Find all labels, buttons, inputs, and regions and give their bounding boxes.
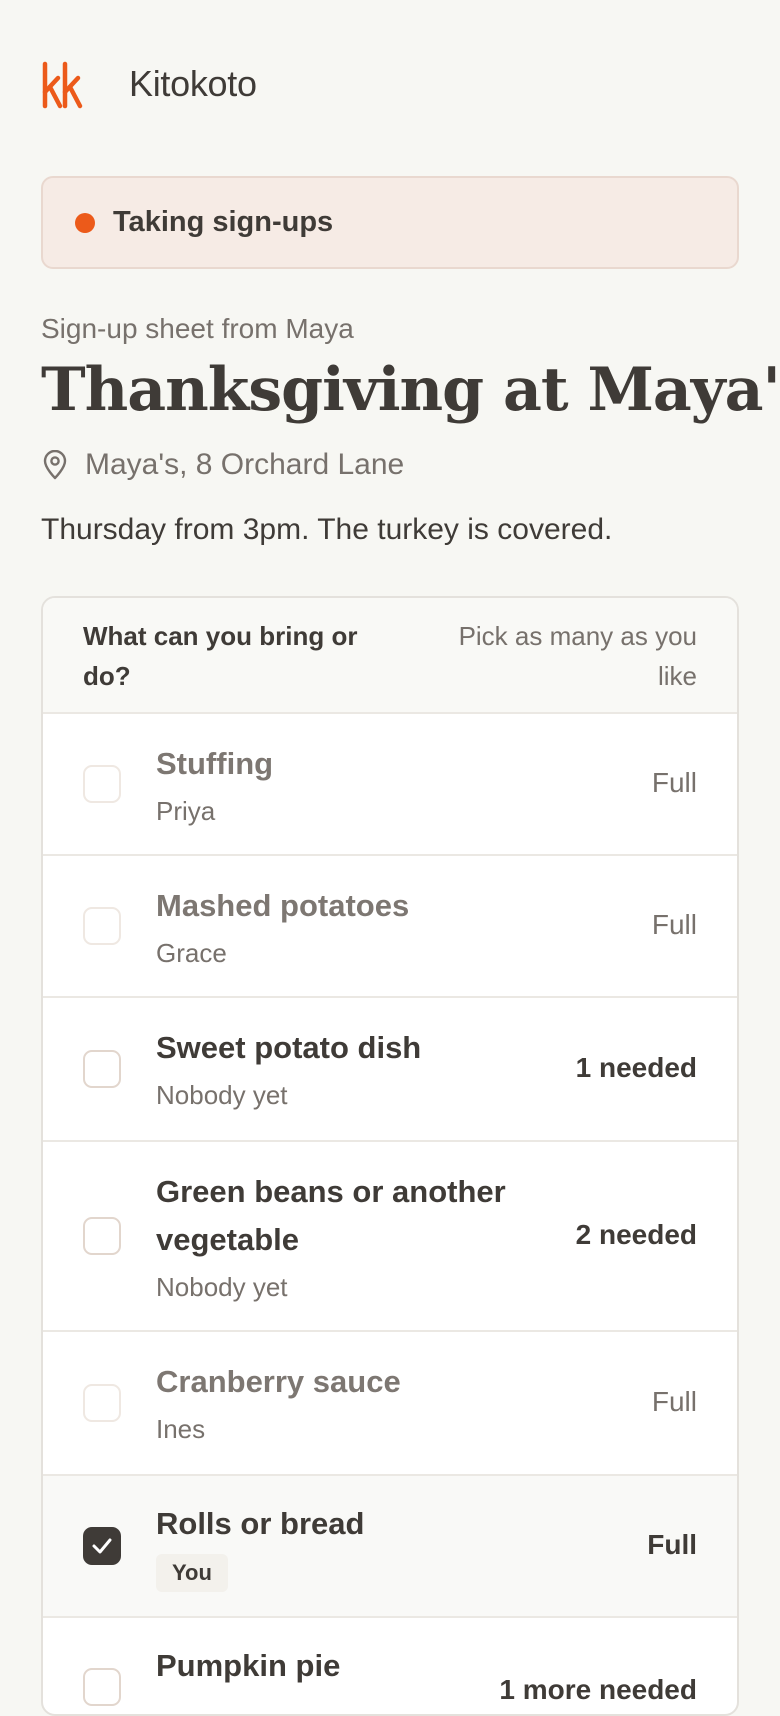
item-who: Grace: [156, 938, 227, 968]
list-hint: Pick as many as you like: [458, 621, 697, 691]
list-item[interactable]: Sweet potato dish Nobody yet 1 needed: [43, 998, 737, 1142]
brand-header[interactable]: Kitokoto: [41, 55, 257, 115]
list-item[interactable]: Pumpkin pie 1 more needed: [43, 1618, 737, 1714]
item-who: Nobody yet: [156, 1272, 288, 1302]
item-status: Full: [651, 1386, 697, 1417]
item-checkbox[interactable]: [83, 1668, 121, 1706]
item-text: Pumpkin pie: [156, 1642, 536, 1690]
item-name: Green beans or another vegetable: [156, 1174, 506, 1257]
item-name: Sweet potato dish: [156, 1030, 422, 1065]
list-item[interactable]: Cranberry sauce Ines Full: [43, 1332, 737, 1476]
event-description: Thursday from 3pm. The turkey is covered…: [41, 513, 613, 546]
item-who: Priya: [156, 796, 216, 826]
you-badge: You: [156, 1554, 228, 1592]
item-status: Full: [651, 909, 697, 940]
list-item[interactable]: Green beans or another vegetable Nobody …: [43, 1142, 737, 1332]
item-text: Mashed potatoes Grace: [156, 882, 536, 976]
status-dot-icon: [75, 212, 95, 233]
location-pin-icon: [43, 450, 67, 480]
item-text: Stuffing Priya: [156, 740, 536, 834]
item-text: Rolls or bread You: [156, 1500, 536, 1592]
item-name: Cranberry sauce: [156, 1364, 401, 1399]
kitokoto-logo-icon: [41, 55, 117, 115]
item-name: Pumpkin pie: [156, 1648, 341, 1683]
item-status: 1 more needed: [499, 1674, 697, 1705]
item-name: Mashed potatoes: [156, 888, 410, 923]
item-text: Cranberry sauce Ines: [156, 1358, 536, 1452]
checkmark-icon: [92, 1538, 112, 1554]
item-checkbox[interactable]: [83, 1050, 121, 1088]
item-checkbox[interactable]: [83, 1384, 121, 1422]
sheet-eyebrow: Sign-up sheet from Maya: [41, 313, 354, 344]
status-banner: Taking sign-ups: [41, 176, 739, 269]
item-checkbox[interactable]: [83, 907, 121, 945]
item-text: Sweet potato dish Nobody yet: [156, 1024, 536, 1118]
location-text: Maya's, 8 Orchard Lane: [85, 448, 405, 481]
signup-list: What can you bring or do? Pick as many a…: [41, 596, 739, 1716]
item-who: Nobody yet: [156, 1080, 288, 1110]
item-who: Ines: [156, 1414, 206, 1444]
item-status: Full: [647, 1529, 697, 1560]
item-checkbox[interactable]: [83, 1217, 121, 1255]
item-status: 1 needed: [575, 1052, 697, 1083]
status-label: Taking sign-ups: [113, 206, 334, 238]
list-question: What can you bring or do?: [83, 621, 358, 691]
item-name: Stuffing: [156, 746, 274, 781]
brand-name: Kitokoto: [129, 63, 257, 104]
item-status: 2 needed: [575, 1219, 697, 1250]
signup-list-header: What can you bring or do? Pick as many a…: [43, 598, 737, 714]
page-title: Thanksgiving at Maya's: [41, 355, 780, 425]
item-checkbox[interactable]: [83, 765, 121, 803]
item-checkbox-checked[interactable]: [83, 1527, 121, 1565]
list-item[interactable]: Stuffing Priya Full: [43, 714, 737, 856]
list-item-selected[interactable]: Rolls or bread You Full: [43, 1476, 737, 1618]
item-name: Rolls or bread: [156, 1506, 365, 1541]
item-status: Full: [651, 767, 697, 798]
event-location: Maya's, 8 Orchard Lane: [41, 448, 404, 482]
list-item[interactable]: Mashed potatoes Grace Full: [43, 856, 737, 998]
item-text: Green beans or another vegetable Nobody …: [156, 1168, 536, 1310]
